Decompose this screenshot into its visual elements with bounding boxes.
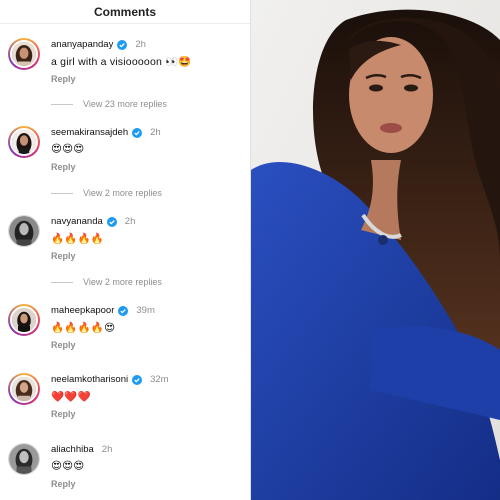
comment-text: 🔥🔥🔥🔥😍 [51,322,116,334]
comment-text: 😍😍😍 [51,143,85,155]
verified-badge-icon [118,305,129,316]
more-replies-line [51,281,73,283]
more-replies-text: View 2 more replies [83,188,162,198]
reply-button[interactable]: Reply [51,74,76,84]
profile-photo [251,0,500,500]
avatar[interactable] [8,126,40,158]
portrait-illustration [251,0,500,500]
reply-button[interactable]: Reply [51,251,76,261]
avatar[interactable] [8,38,40,70]
comment-time: 2h [124,216,136,227]
avatar-image [12,42,36,66]
more-replies-text: View 23 more replies [83,99,167,109]
comment-username[interactable]: aliachhiba [51,444,94,455]
page-title: Comments [93,4,156,19]
view-more-replies-button[interactable]: View 2 more replies [51,188,162,198]
comment-time: 2h [101,444,113,455]
comment-time: 32m [150,374,169,385]
reply-button[interactable]: Reply [51,409,76,419]
avatar[interactable] [8,443,40,475]
reply-button[interactable]: Reply [51,479,76,489]
comment-username[interactable]: navyananda [51,216,103,227]
avatar[interactable] [8,304,40,336]
verified-badge-icon [117,39,128,50]
verified-badge-icon [132,374,143,385]
verified-badge-icon [106,216,117,227]
more-replies-text: View 2 more replies [83,277,162,287]
comment-username[interactable]: neelamkotharisoni [51,374,128,385]
reply-button[interactable]: Reply [51,340,76,350]
avatar-image [12,377,36,401]
avatar-image [12,308,36,332]
comment-text: 😍😍😍 [51,460,85,472]
comment-text: a girl with a visiooooon 👀🤩 [51,56,192,68]
comments-panel: Comments ananyapanday 2h a girl with a v… [0,0,250,500]
comment-time: 2h [135,39,146,50]
comment-username[interactable]: maheepkapoor [51,305,114,316]
comment-time: 2h [150,127,161,138]
reply-button[interactable]: Reply [51,162,76,172]
more-replies-line [51,192,73,194]
avatar-image [9,444,39,474]
comment-time: 39m [136,305,155,316]
view-more-replies-button[interactable]: View 23 more replies [51,99,167,109]
avatar-image [9,216,39,246]
comments-header: Comments [0,0,250,24]
comment-text: 🔥🔥🔥🔥 [51,233,105,245]
verified-badge-icon [132,127,143,138]
avatar[interactable] [8,373,40,405]
comment-username[interactable]: seemakiransajdeh [51,127,128,138]
more-replies-line [51,103,73,105]
view-more-replies-button[interactable]: View 2 more replies [51,277,162,287]
avatar[interactable] [8,215,40,247]
avatar-image [12,130,36,154]
comment-username[interactable]: ananyapanday [51,39,113,50]
comment-text: ❤️❤️❤️ [51,391,91,403]
